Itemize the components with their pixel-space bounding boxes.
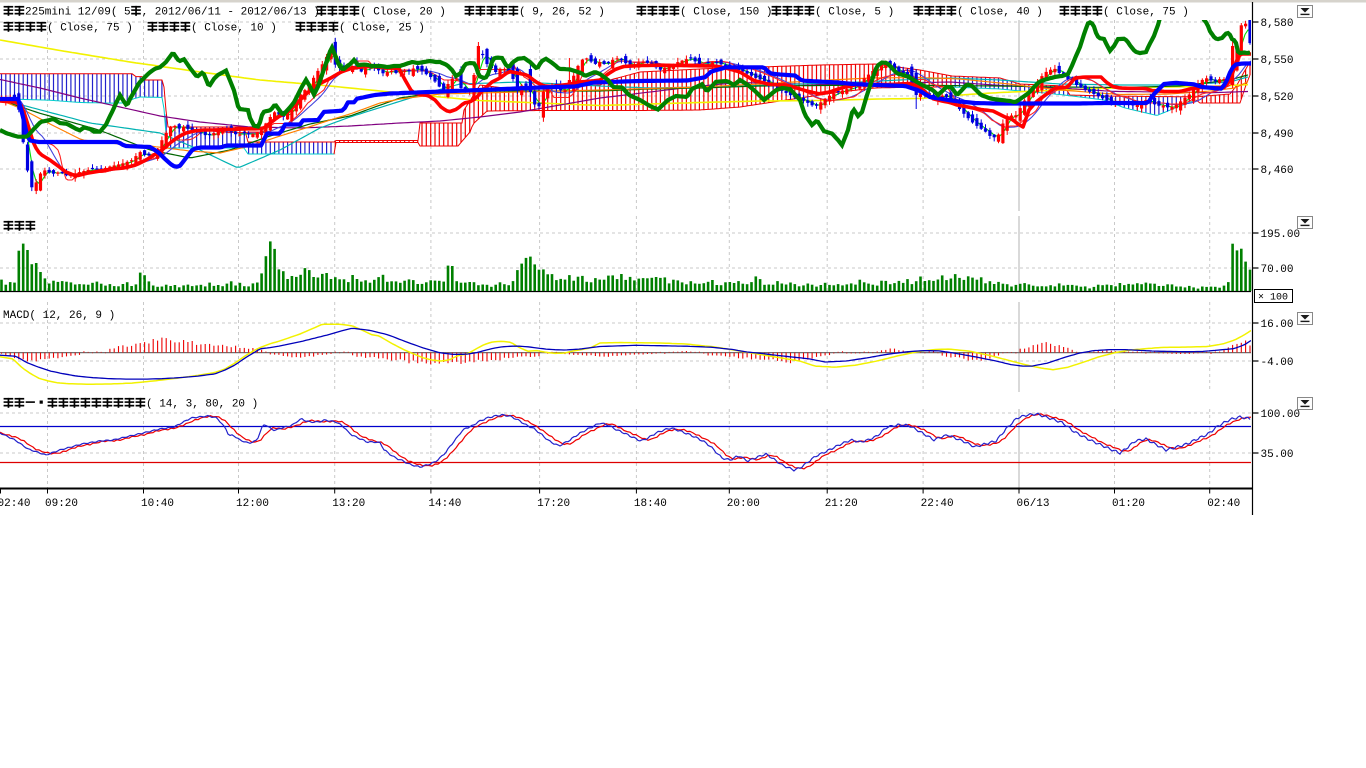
svg-text:10:40: 10:40: [141, 498, 174, 510]
svg-text:12:00: 12:00: [236, 498, 269, 510]
svg-text:( 14, 3, 80, 20 ): ( 14, 3, 80, 20 ): [146, 399, 258, 411]
svg-text:02:40: 02:40: [0, 498, 31, 510]
svg-text:14:40: 14:40: [428, 498, 461, 510]
svg-text:( Close, 20 ): ( Close, 20 ): [360, 7, 446, 19]
svg-text:01:20: 01:20: [1112, 498, 1145, 510]
svg-text:22:40: 22:40: [921, 498, 954, 510]
svg-text:18:40: 18:40: [634, 498, 667, 510]
svg-text:× 100: × 100: [1258, 293, 1288, 304]
svg-text:8,490: 8,490: [1261, 129, 1294, 141]
svg-text:195.00: 195.00: [1261, 229, 1301, 241]
svg-text:8,460: 8,460: [1261, 165, 1294, 177]
svg-text:8,520: 8,520: [1261, 92, 1294, 104]
svg-text:13:20: 13:20: [332, 498, 365, 510]
svg-text:100.00: 100.00: [1261, 409, 1301, 421]
svg-text:( Close, 25 ): ( Close, 25 ): [339, 23, 425, 35]
svg-text:( Close, 10 ): ( Close, 10 ): [191, 23, 277, 35]
svg-text:09:20: 09:20: [45, 498, 78, 510]
svg-text:70.00: 70.00: [1261, 264, 1294, 276]
svg-text:( Close, 150 ): ( Close, 150 ): [680, 7, 772, 19]
svg-text:, 2012/06/11 - 2012/06/13 ): , 2012/06/11 - 2012/06/13 ): [142, 7, 320, 19]
svg-text:225mini 12/09( 5: 225mini 12/09( 5: [25, 7, 131, 19]
svg-text:20:00: 20:00: [727, 498, 760, 510]
svg-text:( Close, 75 ): ( Close, 75 ): [47, 23, 133, 35]
svg-text:( Close, 75 ): ( Close, 75 ): [1103, 7, 1189, 19]
svg-text:06/13: 06/13: [1017, 498, 1050, 510]
svg-text:21:20: 21:20: [825, 498, 858, 510]
svg-text:17:20: 17:20: [537, 498, 570, 510]
svg-text:( Close, 40 ): ( Close, 40 ): [957, 7, 1043, 19]
svg-text:02:40: 02:40: [1207, 498, 1240, 510]
svg-text:( Close, 5 ): ( Close, 5 ): [815, 7, 894, 19]
svg-text:8,550: 8,550: [1261, 55, 1294, 67]
svg-text:8,580: 8,580: [1261, 18, 1294, 30]
svg-text:16.00: 16.00: [1261, 319, 1294, 331]
svg-text:-4.00: -4.00: [1261, 357, 1294, 369]
svg-text:35.00: 35.00: [1261, 449, 1294, 461]
svg-text:MACD( 12, 26, 9 ): MACD( 12, 26, 9 ): [3, 310, 115, 322]
svg-text:( 9, 26, 52 ): ( 9, 26, 52 ): [519, 7, 605, 19]
